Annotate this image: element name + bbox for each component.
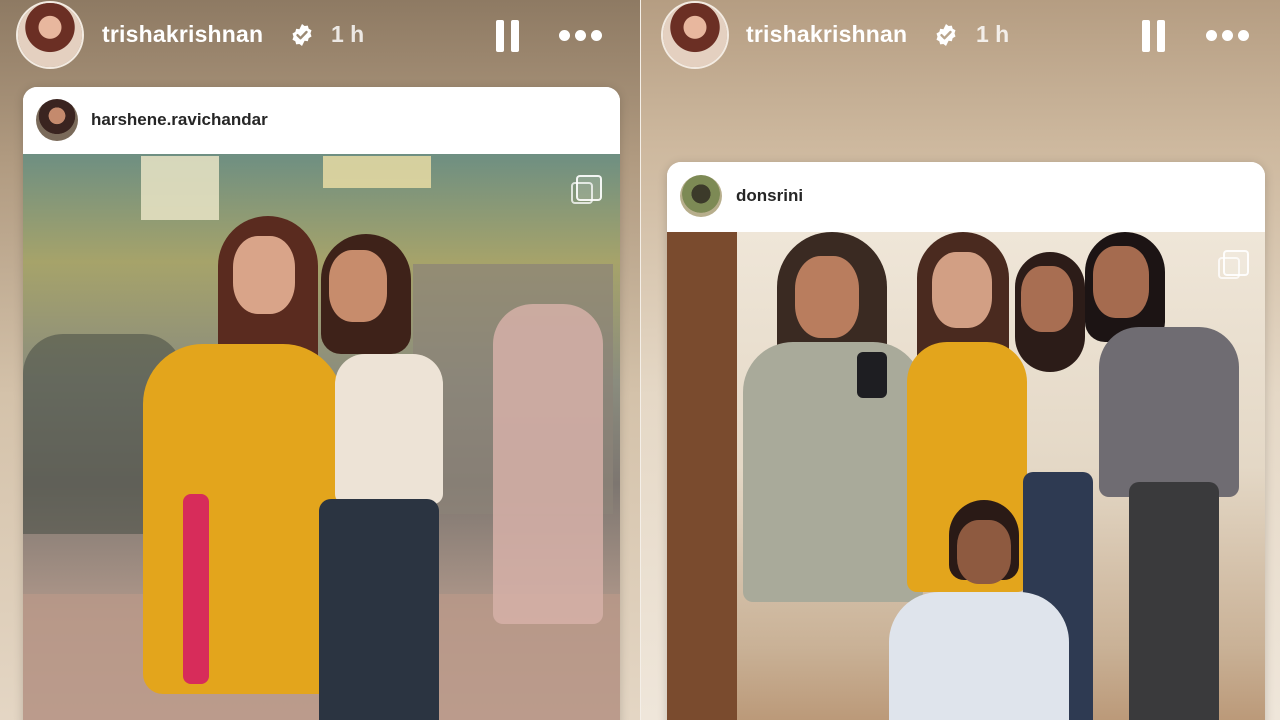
person-face (932, 252, 992, 328)
shared-post-card[interactable]: donsrini (667, 162, 1265, 720)
grey-shirt (743, 342, 923, 602)
verified-icon (936, 24, 956, 46)
white-top (335, 354, 443, 504)
person-face (233, 236, 295, 314)
window (323, 156, 431, 188)
person-face (1093, 246, 1149, 318)
story-header: trishakrishnan 1 h (0, 0, 640, 70)
post-header: donsrini (667, 162, 1265, 232)
post-author-username[interactable]: donsrini (736, 186, 803, 206)
person-face (1021, 266, 1073, 332)
more-options-icon[interactable] (1206, 24, 1252, 46)
jeans (1129, 482, 1219, 720)
mirror-frame (667, 232, 737, 720)
story-owner-avatar[interactable] (663, 3, 727, 67)
pause-icon[interactable] (496, 20, 520, 52)
story-timestamp: 1 h (976, 21, 1010, 47)
story-owner-username[interactable]: trishakrishnan (102, 21, 263, 48)
post-author-avatar[interactable] (680, 175, 722, 217)
story-viewer-right[interactable]: trishakrishnan 1 h donsrini (641, 0, 1280, 720)
story-owner-avatar[interactable] (18, 3, 82, 67)
window (141, 156, 219, 220)
story-viewer-left[interactable]: trishakrishnan 1 h harshene.ravichandar (0, 0, 640, 720)
striped-shirt (889, 592, 1069, 720)
background-person (493, 304, 603, 624)
story-owner-username[interactable]: trishakrishnan (746, 21, 907, 48)
pink-sash (183, 494, 209, 684)
more-options-icon[interactable] (559, 24, 605, 46)
grey-tshirt (1099, 327, 1239, 497)
verified-icon (292, 24, 312, 46)
multiple-photos-icon (571, 175, 602, 204)
post-photo (667, 232, 1265, 720)
person-face (957, 520, 1011, 584)
story-timestamp: 1 h (331, 21, 365, 47)
phone (857, 352, 887, 398)
pause-icon[interactable] (1142, 20, 1166, 52)
person-face (329, 250, 387, 322)
jeans (319, 499, 439, 720)
shared-post-card[interactable]: harshene.ravichandar (23, 87, 620, 720)
story-header: trishakrishnan 1 h (641, 0, 1280, 70)
yellow-saree (143, 344, 343, 694)
multiple-photos-icon (1218, 250, 1249, 279)
post-author-username[interactable]: harshene.ravichandar (91, 110, 268, 130)
post-photo (23, 154, 620, 720)
post-author-avatar[interactable] (36, 99, 78, 141)
post-header: harshene.ravichandar (23, 87, 620, 154)
person-face (795, 256, 859, 338)
